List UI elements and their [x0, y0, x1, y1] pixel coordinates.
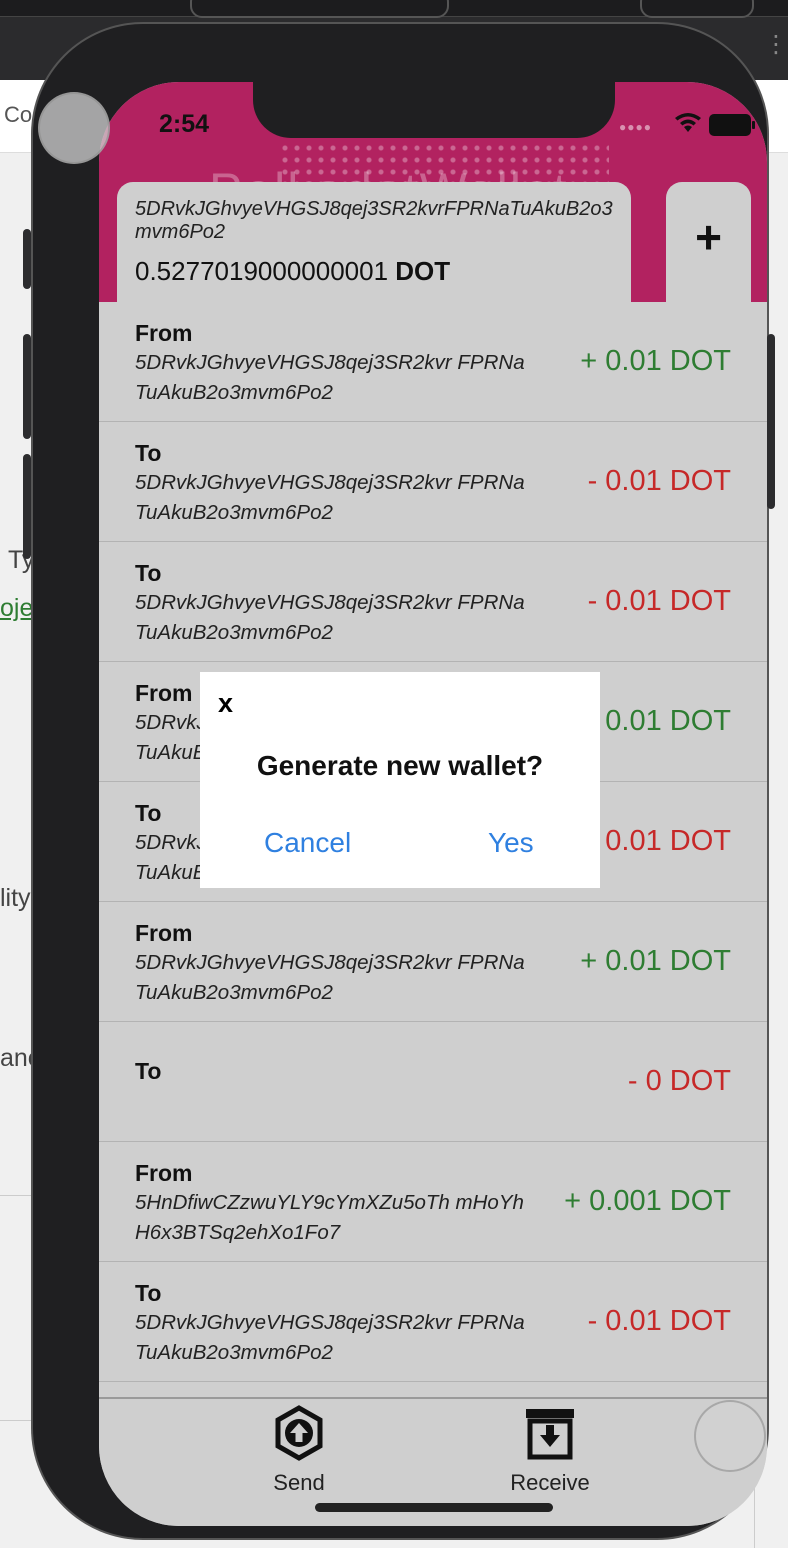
balance-value: 0.5277019000000001 [135, 256, 389, 286]
bg-page-text: Co [4, 102, 33, 127]
tx-direction: From [135, 320, 193, 346]
wallet-card[interactable]: 5DRvkJGhvyeVHGSJ8qej3SR2kvrFPRNaTuAkuB2o… [117, 182, 631, 304]
tx-address: 5DRvkJGhvyeVHGSJ8qej3SR2kvr FPRNaTuAkuB2… [135, 1311, 525, 1364]
tx-address: 5DRvkJGhvyeVHGSJ8qej3SR2kvr FPRNaTuAkuB2… [135, 591, 525, 644]
home-indicator[interactable] [315, 1503, 553, 1512]
generate-wallet-dialog: x Generate new wallet? Cancel Yes [200, 672, 600, 888]
tx-direction: To [135, 1280, 162, 1306]
plus-icon: + [695, 211, 722, 263]
add-wallet-button[interactable]: + [666, 182, 751, 304]
transaction-row[interactable]: To 5DRvkJGhvyeVHGSJ8qej3SR2kvr FPRNaTuAk… [99, 422, 767, 542]
device-notch [253, 82, 615, 138]
tx-direction: To [135, 440, 162, 466]
tx-direction: From [135, 1160, 193, 1186]
transaction-row[interactable]: From 5HnDfiwCZzwuYLY9cYmXZu5oTh mHoYhH6x… [99, 1142, 767, 1262]
bg-page-link[interactable]: oje [0, 594, 33, 623]
tx-address: 5DRvkJGhvyeVHGSJ8qej3SR2kvr FPRNaTuAkuB2… [135, 351, 525, 404]
tx-direction: From [135, 680, 193, 706]
tx-amount: + 0.01 DOT [580, 705, 731, 737]
power-button [767, 334, 775, 509]
balance-unit: DOT [395, 256, 451, 286]
tx-address: 5DRvkJGhvyeVHGSJ8qej3SR2kvr FPRNaTuAkuB2… [135, 951, 525, 1004]
mute-switch [23, 229, 31, 289]
tx-amount: - 0.01 DOT [587, 465, 731, 497]
send-tab[interactable]: Send [219, 1405, 379, 1496]
browser-tab[interactable] [190, 0, 449, 18]
wallet-balance: 0.5277019000000001 DOT [135, 256, 450, 287]
tx-direction: To [135, 560, 162, 586]
tx-direction: To [135, 1058, 162, 1084]
dialog-title: Generate new wallet? [256, 750, 544, 781]
tx-amount: - 0 DOT [627, 1065, 731, 1097]
tx-amount: + 0.01 DOT [580, 345, 731, 377]
more-vert-icon[interactable]: ⋮ [764, 33, 788, 57]
transaction-row[interactable]: To 5DRvkJGhvyeVHGSJ8qej3SR2kvr FPRNaTuAk… [99, 1262, 767, 1382]
signal-icon: ●●●● [619, 120, 652, 134]
send-label: Send [273, 1470, 325, 1495]
tx-direction: From [135, 920, 193, 946]
transaction-row[interactable]: From 5DRvkJGhvyeVHGSJ8qej3SR2kvr FPRNaTu… [99, 302, 767, 422]
status-time: 2:54 [159, 110, 210, 138]
transaction-row[interactable]: From 5DRvkJGhvyeVHGSJ8qej3SR2kvr FPRNaTu… [99, 902, 767, 1022]
transaction-row[interactable]: To - 0 DOT [99, 1022, 767, 1142]
wallet-address: 5DRvkJGhvyeVHGSJ8qej3SR2kvrFPRNaTuAkuB2o… [135, 198, 613, 243]
touch-indicator [38, 92, 110, 164]
volume-up-button [23, 334, 31, 439]
tx-amount: + 0.01 DOT [580, 945, 731, 977]
browser-tab[interactable] [640, 0, 754, 18]
tx-address: 5HnDfiwCZzwuYLY9cYmXZu5oTh mHoYhH6x3BTSq… [135, 1191, 524, 1244]
tx-direction: To [135, 800, 162, 826]
tx-address: 5DRvkJGhvyeVHGSJ8qej3SR2kvr FPRNaTuAkuB2… [135, 471, 525, 524]
bg-page-text: lity [0, 884, 31, 912]
tx-amount: - 0.01 DOT [587, 825, 731, 857]
receive-label: Receive [510, 1470, 590, 1495]
receive-download-icon [526, 1409, 574, 1460]
send-upload-icon [275, 1405, 323, 1461]
volume-down-button [23, 454, 31, 559]
close-button[interactable]: x [218, 688, 233, 719]
receive-tab[interactable]: Receive [470, 1405, 630, 1496]
touch-indicator [694, 1400, 766, 1472]
yes-button[interactable]: Yes [488, 827, 534, 859]
tx-amount: - 0.01 DOT [587, 585, 731, 617]
cancel-button[interactable]: Cancel [264, 827, 351, 859]
wifi-icon [675, 113, 701, 132]
battery-icon [709, 114, 755, 136]
tx-amount: + 0.001 DOT [564, 1185, 731, 1217]
transaction-row[interactable]: To 5DRvkJGhvyeVHGSJ8qej3SR2kvr FPRNaTuAk… [99, 542, 767, 662]
tx-amount: - 0.01 DOT [587, 1305, 731, 1337]
